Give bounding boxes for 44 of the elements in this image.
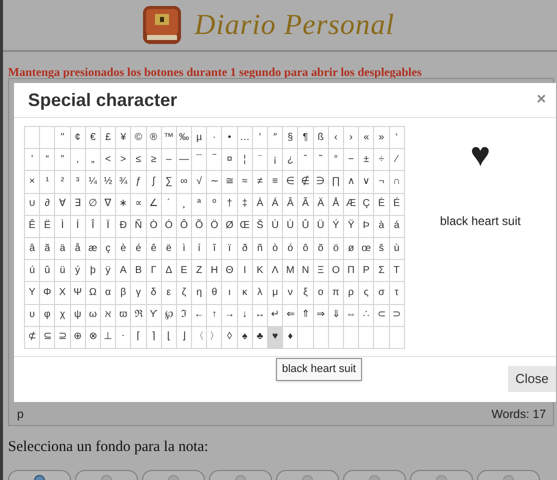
- character-cell[interactable]: ‰: [176, 126, 192, 149]
- character-cell[interactable]: ®: [146, 126, 162, 149]
- notice-text: Mantenga presionados los botones durante 1 segundo para abrir los desplegables: [8, 64, 423, 81]
- character-cell[interactable]: ·: [206, 126, 222, 149]
- character-cell[interactable]: £: [100, 126, 116, 149]
- character-cell[interactable]: Ê: [24, 215, 40, 238]
- close-button[interactable]: ×: [536, 92, 546, 108]
- character-cell[interactable]: ×: [24, 170, 40, 194]
- dialog-title: Special character: [28, 88, 178, 112]
- character-name: black heart suit: [440, 213, 521, 230]
- close-dialog-button[interactable]: Close: [508, 366, 556, 392]
- element-path: p: [17, 406, 24, 422]
- character-cell[interactable]: ⊄: [24, 326, 40, 348]
- preview-character: ♥: [470, 138, 490, 172]
- character-cell[interactable]: ′: [252, 126, 268, 149]
- character-cell[interactable]: …: [237, 126, 252, 149]
- character-cell[interactable]: ©: [130, 126, 146, 149]
- character-cell[interactable]: ß: [313, 126, 328, 149]
- character-cell[interactable]: ›: [343, 126, 359, 149]
- character-cell[interactable]: Υ: [24, 282, 40, 304]
- book-icon: [142, 5, 182, 45]
- character-cell[interactable]: «: [358, 126, 374, 149]
- character-cell[interactable]: â: [24, 237, 40, 260]
- tooltip: black heart suit: [276, 358, 362, 380]
- character-cell[interactable]: ‹: [328, 126, 344, 149]
- character-cell[interactable]: €: [85, 126, 100, 149]
- character-cell[interactable]: ú: [24, 260, 40, 282]
- character-cell[interactable]: ¶: [298, 126, 314, 149]
- character-cell[interactable]: ‘: [389, 126, 404, 149]
- character-cell[interactable]: ″: [268, 126, 283, 149]
- character-cell[interactable]: µ: [192, 126, 207, 149]
- character-cell[interactable]: »: [374, 126, 389, 149]
- character-cell[interactable]: υ: [24, 304, 40, 326]
- background-prompt: Selecciona un fondo para la nota:: [8, 438, 208, 457]
- word-count: Words: 17: [492, 406, 546, 422]
- character-cell[interactable]: ": [54, 126, 70, 149]
- character-cell[interactable]: ’: [24, 148, 40, 171]
- character-cell[interactable]: §: [282, 126, 298, 149]
- character-cell[interactable]: ∪: [24, 193, 40, 216]
- character-cell[interactable]: •: [222, 126, 238, 149]
- character-cell[interactable]: ™: [161, 126, 176, 149]
- app-title: Diario Personal: [194, 10, 395, 40]
- character-cell[interactable]: ¥: [116, 126, 131, 149]
- character-cell[interactable]: ¢: [70, 126, 86, 149]
